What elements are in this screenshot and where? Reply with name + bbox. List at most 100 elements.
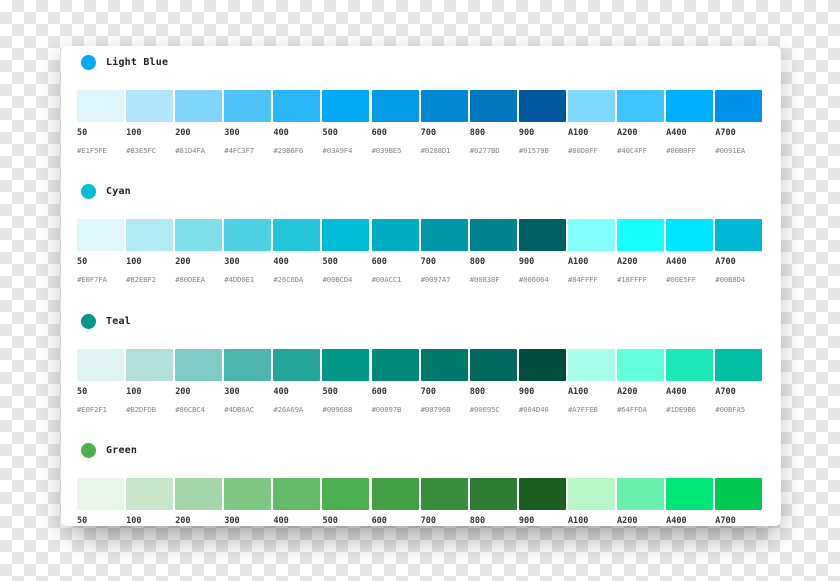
hex-code: #00BFA5 — [715, 405, 745, 414]
hex-code: #039BE5 — [371, 146, 402, 155]
swatch-row — [77, 219, 764, 251]
shade-label: 800 — [469, 257, 486, 267]
palette-title: Teal — [106, 315, 131, 327]
shade-label: 800 — [469, 128, 486, 138]
color-swatch — [371, 219, 419, 251]
hex-code: #B2EBF2 — [126, 275, 156, 284]
color-swatch — [518, 478, 566, 510]
hex-code: #00838F — [469, 275, 500, 284]
hex-code-row: #E0F7FA #B2EBF2 #80DEEA #4DD0E1 #26C6DA #00BC… — [77, 275, 764, 284]
color-swatch — [224, 478, 272, 510]
color-swatch — [518, 90, 566, 122]
color-swatch — [715, 219, 763, 251]
color-swatch — [420, 478, 468, 510]
palette-header: Teal — [77, 311, 131, 331]
shade-label: A400 — [666, 516, 687, 526]
swatch-row — [77, 349, 764, 381]
color-swatch — [322, 478, 370, 510]
swatch-row — [77, 90, 764, 122]
palette-title: Cyan — [106, 185, 131, 197]
hex-code: #4DB6AC — [224, 405, 255, 414]
palette-title: Green — [106, 444, 138, 456]
color-swatch — [567, 90, 615, 122]
shade-label: 500 — [322, 516, 338, 526]
shade-label: 900 — [518, 387, 535, 397]
color-swatch — [322, 349, 370, 381]
hex-code: #E1F5FE — [77, 146, 107, 155]
color-swatch — [518, 349, 566, 381]
color-swatch — [175, 349, 223, 381]
shade-label: 300 — [224, 387, 240, 397]
shade-label-row: 50 100 200 300 400 500 600 700 800 900 A100 A200 A40… — [77, 387, 764, 397]
color-swatch — [420, 349, 468, 381]
hex-code: #00ACC1 — [371, 275, 402, 284]
shade-label: A100 — [567, 516, 589, 526]
hex-code: #004D40 — [518, 405, 549, 414]
palette-title: Light Blue — [106, 56, 169, 68]
hex-code: #00B0FF — [666, 146, 696, 155]
color-swatch — [77, 90, 124, 122]
color-swatch — [175, 478, 223, 510]
shade-label: 700 — [420, 516, 437, 526]
shade-label: 500 — [322, 387, 338, 397]
shade-label: 300 — [224, 516, 240, 526]
color-swatch — [371, 478, 419, 510]
color-swatch — [469, 219, 517, 251]
shade-label: 600 — [371, 257, 387, 267]
color-swatch — [273, 219, 321, 251]
hex-code: #80D8FF — [567, 146, 598, 155]
shade-label: 200 — [175, 387, 191, 397]
palette-color-dot — [81, 313, 96, 329]
hex-code: #0097A7 — [420, 275, 451, 284]
color-swatch — [469, 349, 517, 381]
shade-label: 400 — [273, 128, 289, 138]
hex-code: #0091EA — [715, 146, 745, 155]
shade-label: 100 — [126, 387, 142, 397]
shade-label: 600 — [371, 516, 387, 526]
hex-code: #26A69A — [273, 405, 304, 414]
hex-code-row: #E0F2F1 #B2DFDB #80CBC4 #4DB6AC #26A69A #0096… — [77, 405, 764, 414]
hex-code: #00E5FF — [666, 275, 696, 284]
color-swatch — [273, 478, 321, 510]
shade-label: 900 — [518, 257, 535, 267]
color-swatch — [175, 219, 223, 251]
shade-label: 100 — [126, 257, 142, 267]
shade-label: 50 — [77, 387, 88, 397]
color-swatch — [715, 478, 763, 510]
color-swatch — [469, 90, 517, 122]
color-swatch — [224, 90, 272, 122]
hex-code: #0288D1 — [420, 146, 451, 155]
shade-label: 600 — [371, 128, 387, 138]
hex-code: #18FFFF — [617, 275, 647, 284]
color-swatch — [666, 349, 714, 381]
color-swatch — [126, 90, 174, 122]
shade-label: 100 — [126, 128, 142, 138]
shade-label: 900 — [518, 128, 535, 138]
hex-code: #0277BD — [469, 146, 500, 155]
color-swatch — [617, 219, 665, 251]
color-swatch — [224, 219, 272, 251]
hex-code: #01579B — [518, 146, 549, 155]
hex-code: #84FFFF — [567, 275, 598, 284]
hex-code: #64FFDA — [617, 405, 647, 414]
shade-label: 300 — [224, 128, 240, 138]
color-swatch — [224, 349, 272, 381]
hex-code: #81D4FA — [175, 146, 205, 155]
shade-label: 900 — [518, 516, 535, 526]
shade-label: A200 — [617, 257, 638, 267]
color-swatch — [77, 349, 124, 381]
shade-label: 700 — [420, 128, 437, 138]
shade-label: 50 — [77, 128, 88, 138]
shade-label: 400 — [273, 516, 289, 526]
color-swatch — [666, 478, 714, 510]
shade-label: A700 — [715, 516, 736, 526]
hex-code: #A7FFEB — [567, 405, 598, 414]
hex-code: #00796B — [420, 405, 451, 414]
shade-label: 50 — [77, 516, 88, 526]
palette-color-dot — [81, 442, 96, 458]
color-swatch — [617, 349, 665, 381]
palette-color-dot — [81, 54, 96, 70]
color-swatch — [567, 219, 615, 251]
shade-label: A700 — [715, 257, 736, 267]
hex-code: #4FC3F7 — [224, 146, 255, 155]
